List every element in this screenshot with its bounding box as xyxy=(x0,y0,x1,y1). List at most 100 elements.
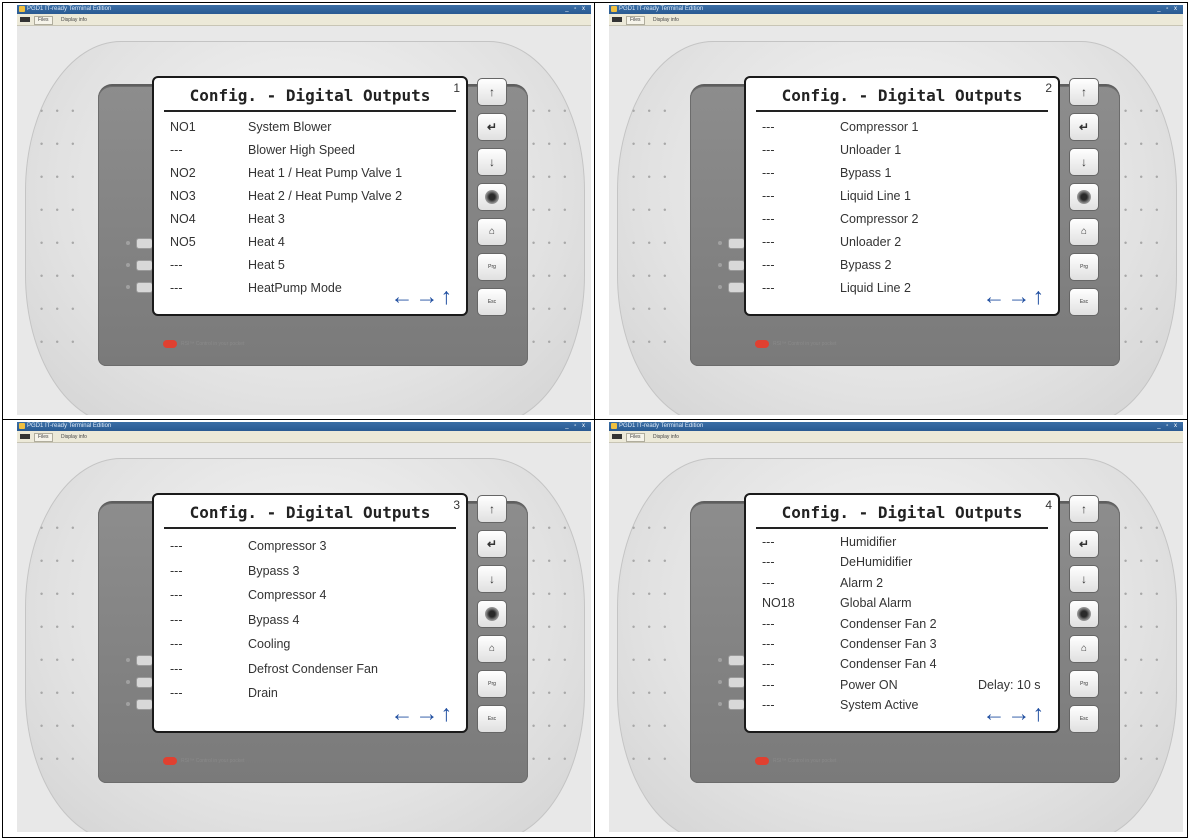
down-button[interactable]: ↓ xyxy=(1069,565,1099,593)
output-row: --- Defrost Condenser Fan xyxy=(154,662,466,682)
led-lamp xyxy=(136,677,153,688)
enter-button[interactable]: ↵ xyxy=(477,530,507,558)
speaker-dots: • • • xyxy=(532,622,572,632)
output-row: --- Compressor 4 xyxy=(154,588,466,608)
knob-button[interactable] xyxy=(477,183,507,211)
output-label: Condenser Fan 4 xyxy=(840,657,937,672)
menu-display-info[interactable]: Display info xyxy=(649,16,683,25)
prg-button[interactable]: Prg xyxy=(477,670,507,698)
lcd-screen: Config. - Digital Outputs 3 --- Compressor … xyxy=(152,493,468,733)
menu-files[interactable]: Files xyxy=(626,16,645,25)
led-indicator-icon xyxy=(126,241,130,245)
menu-bar: Files Display info xyxy=(17,431,591,443)
menu-files[interactable]: Files xyxy=(626,433,645,442)
menu-display-info[interactable]: Display info xyxy=(57,16,91,25)
speaker-dots: • • • xyxy=(532,754,572,764)
output-label: Compressor 3 xyxy=(248,539,327,553)
led-lamp xyxy=(728,282,745,293)
title-underline xyxy=(164,527,456,529)
output-code: NO3 xyxy=(170,189,196,203)
enter-button[interactable]: ↵ xyxy=(1069,530,1099,558)
brand-label: RSI™ Control in your pocket xyxy=(163,339,244,349)
down-button[interactable]: ↓ xyxy=(477,565,507,593)
window-controls[interactable]: _ ▫ x xyxy=(565,5,587,14)
window-controls[interactable]: _ ▫ x xyxy=(565,422,587,431)
down-button[interactable]: ↓ xyxy=(477,148,507,176)
led-lamp xyxy=(136,282,153,293)
output-label: Drain xyxy=(248,686,278,700)
output-row: --- DeHumidifier xyxy=(746,555,1058,575)
output-row: --- Blower High Speed xyxy=(154,143,466,163)
knob-icon xyxy=(485,607,499,621)
up-button[interactable]: ↑ xyxy=(1069,495,1099,523)
led-lamp xyxy=(136,260,153,271)
speaker-dots: • • • xyxy=(532,556,572,566)
output-row: --- Heat 5 xyxy=(154,258,466,278)
speaker-dots: • • • xyxy=(40,721,80,731)
brand-logo-icon xyxy=(755,756,769,765)
navigation-arrows-icon[interactable]: ←→↑ xyxy=(391,283,455,310)
navigation-arrows-icon[interactable]: ←→↑ xyxy=(391,700,455,727)
keypad: ↑ ↵ ↓ ⌂ Prg Esc xyxy=(1065,76,1101,328)
enter-button[interactable]: ↵ xyxy=(477,113,507,141)
speaker-dots: • • • xyxy=(632,754,672,764)
speaker-dots: • • • xyxy=(632,721,672,731)
home-button[interactable]: ⌂ xyxy=(477,635,507,663)
grip-icon xyxy=(612,17,622,22)
up-button[interactable]: ↑ xyxy=(477,78,507,106)
led-lamp xyxy=(136,238,153,249)
speaker-dots: • • • xyxy=(532,337,572,347)
knob-icon xyxy=(1077,190,1091,204)
brand-text: RSI™ Control in your pocket xyxy=(773,758,837,764)
speaker-dots: • • • xyxy=(632,589,672,599)
prg-button[interactable]: Prg xyxy=(477,253,507,281)
output-label: Bypass 3 xyxy=(248,563,300,578)
menu-display-info[interactable]: Display info xyxy=(649,433,683,442)
speaker-dots: • • • xyxy=(632,238,672,248)
esc-button[interactable]: Esc xyxy=(477,705,507,733)
keypad: ↑ ↵ ↓ ⌂ Prg Esc xyxy=(473,76,509,328)
speaker-dots: • • • xyxy=(632,523,672,533)
up-button[interactable]: ↑ xyxy=(477,495,507,523)
grip-icon xyxy=(20,17,30,22)
window-controls[interactable]: _ ▫ x xyxy=(1157,5,1179,14)
output-code: NO2 xyxy=(170,166,196,180)
navigation-arrows-icon[interactable]: ←→↑ xyxy=(983,700,1047,727)
output-row: NO18 Global Alarm xyxy=(746,596,1058,616)
navigation-arrows-icon[interactable]: ←→↑ xyxy=(983,283,1047,310)
output-code: --- xyxy=(762,166,775,180)
menu-display-info[interactable]: Display info xyxy=(57,433,91,442)
title-bar: PGD1 IT-ready Terminal Edition _ ▫ x xyxy=(609,422,1183,431)
window-controls[interactable]: _ ▫ x xyxy=(1157,422,1179,431)
title-bar: PGD1 IT-ready Terminal Edition _ ▫ x xyxy=(17,5,591,14)
esc-button[interactable]: Esc xyxy=(1069,288,1099,316)
speaker-dots: • • • xyxy=(532,304,572,314)
title-underline xyxy=(756,110,1048,112)
menu-files[interactable]: Files xyxy=(34,16,53,25)
speaker-dots: • • • xyxy=(1124,589,1164,599)
prg-button[interactable]: Prg xyxy=(1069,670,1099,698)
enter-button[interactable]: ↵ xyxy=(1069,113,1099,141)
speaker-dots: • • • xyxy=(40,337,80,347)
output-code: --- xyxy=(762,616,775,631)
screenshot-grid: PGD1 IT-ready Terminal Edition _ ▫ x Files… xyxy=(2,2,1188,838)
knob-button[interactable] xyxy=(1069,600,1099,628)
knob-button[interactable] xyxy=(477,600,507,628)
knob-button[interactable] xyxy=(1069,183,1099,211)
down-button[interactable]: ↓ xyxy=(1069,148,1099,176)
up-button[interactable]: ↑ xyxy=(1069,78,1099,106)
output-label: System Blower xyxy=(248,120,332,134)
home-button[interactable]: ⌂ xyxy=(1069,635,1099,663)
grip-icon xyxy=(612,434,622,439)
esc-button[interactable]: Esc xyxy=(477,288,507,316)
esc-button[interactable]: Esc xyxy=(1069,705,1099,733)
output-label: Heat 3 xyxy=(248,212,285,226)
led-indicator-icon xyxy=(718,241,722,245)
home-button[interactable]: ⌂ xyxy=(1069,218,1099,246)
led-indicator-icon xyxy=(126,702,130,706)
menu-files[interactable]: Files xyxy=(34,433,53,442)
home-button[interactable]: ⌂ xyxy=(477,218,507,246)
prg-button[interactable]: Prg xyxy=(1069,253,1099,281)
output-label: Bypass 1 xyxy=(840,166,892,180)
speaker-dots: • • • xyxy=(1124,304,1164,314)
